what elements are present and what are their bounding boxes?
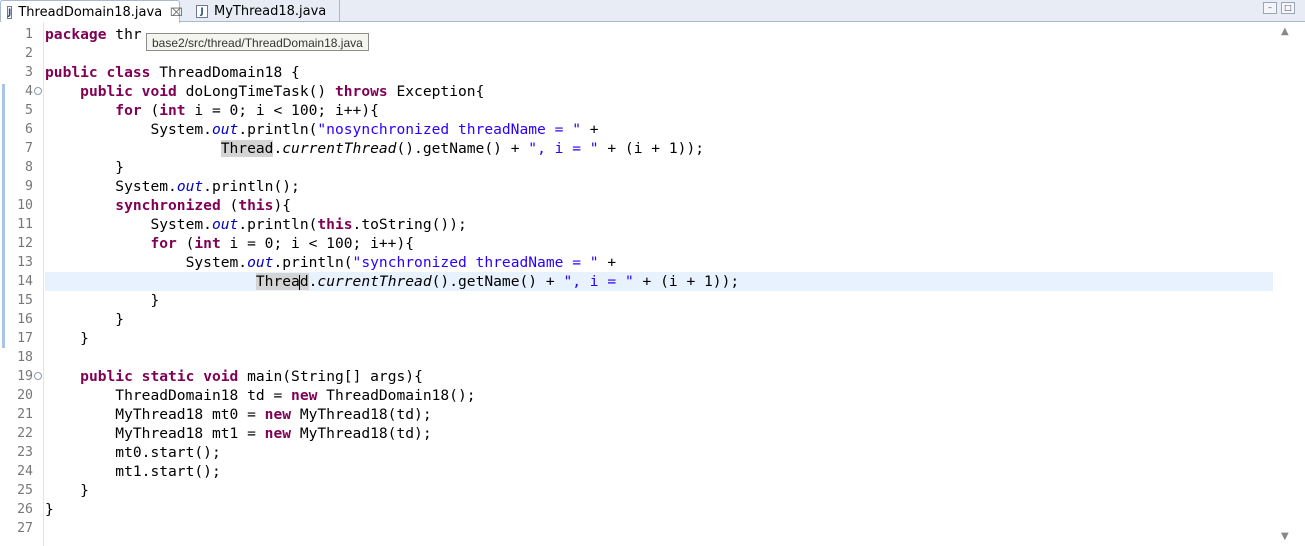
line-number: 22	[17, 426, 33, 441]
code-line-21: MyThread18 mt0 = new MyThread18(td);	[115, 406, 432, 423]
line-number: 6	[25, 122, 33, 137]
line-number: 5	[25, 103, 33, 118]
line-number: 23	[17, 445, 33, 460]
line-number: 14	[17, 274, 33, 289]
code-editor[interactable]: 1 2 3 4 5 6 7 8 9 10 11 12 13 14 15 16 1…	[0, 22, 1305, 546]
java-file-icon: J	[196, 4, 208, 18]
code-line-4: public void doLongTimeTask() throws Exce…	[80, 83, 485, 100]
line-number: 16	[17, 312, 33, 327]
code-line-26: }	[45, 501, 54, 518]
fold-toggle-icon[interactable]	[34, 87, 42, 95]
code-line-12: for (int i = 0; i < 100; i++){	[150, 235, 415, 252]
close-tab-icon[interactable]: ⌧	[170, 6, 183, 19]
code-line-7: Thread.currentThread().getName() + ", i …	[220, 140, 705, 157]
line-number: 2	[25, 46, 33, 61]
line-number: 3	[25, 65, 33, 80]
line-number: 27	[17, 521, 33, 536]
code-line-13: System.out.println("synchronized threadN…	[185, 254, 617, 271]
occurrence-highlight: Thread	[220, 140, 274, 157]
tab-mythread18-java[interactable]: J MyThread18.java	[190, 0, 340, 22]
line-number: 1	[25, 27, 33, 42]
maximize-button[interactable]: □	[1281, 2, 1295, 14]
line-number: 13	[17, 255, 33, 270]
code-line-22: MyThread18 mt1 = new MyThread18(td);	[115, 425, 432, 442]
java-file-icon: J	[7, 5, 13, 19]
tab-label: MyThread18.java	[214, 3, 327, 19]
code-line-9: System.out.println();	[115, 178, 300, 195]
code-line-5: for (int i = 0; i < 100; i++){	[115, 102, 379, 119]
code-line-8: }	[115, 159, 125, 176]
code-line-10: synchronized (this){	[115, 197, 292, 214]
scroll-up-icon[interactable]: ▲	[1281, 26, 1289, 37]
minimize-button[interactable]: –	[1263, 2, 1277, 14]
line-number: 24	[17, 464, 33, 479]
code-line-15: }	[150, 292, 160, 309]
code-line-3: public class ThreadDomain18 {	[45, 64, 300, 81]
code-line-16: }	[115, 311, 125, 328]
fold-toggle-icon[interactable]	[34, 372, 42, 380]
occurrence-highlight: Threa	[255, 273, 300, 290]
line-number: 11	[17, 217, 33, 232]
quick-diff-ruler	[0, 22, 13, 546]
code-line-25: }	[80, 482, 89, 499]
code-line-6: System.out.println("nosynchronized threa…	[150, 121, 599, 138]
window-controls: – □	[1263, 2, 1295, 14]
line-number: 8	[25, 160, 33, 175]
tab-threaddomain18-java[interactable]: J ThreadDomain18.java ⌧	[0, 0, 183, 23]
line-number: 25	[17, 483, 33, 498]
code-area[interactable]: package thr public class ThreadDomain18 …	[45, 22, 1273, 546]
code-line-20: ThreadDomain18 td = new ThreadDomain18()…	[115, 387, 476, 404]
line-number: 4	[25, 84, 33, 99]
line-number: 21	[17, 407, 33, 422]
code-line-17: }	[80, 330, 89, 347]
line-number-gutter: 1 2 3 4 5 6 7 8 9 10 11 12 13 14 15 16 1…	[13, 22, 44, 546]
code-line-14-current: Thread.currentThread().getName() + ", i …	[45, 272, 1273, 291]
tab-label: ThreadDomain18.java	[18, 4, 163, 20]
scroll-down-icon[interactable]: ▼	[1281, 531, 1289, 542]
line-number: 9	[25, 179, 33, 194]
change-marker	[2, 84, 5, 348]
code-line-11: System.out.println(this.toString());	[150, 216, 467, 233]
line-number: 20	[17, 388, 33, 403]
line-number: 26	[17, 502, 33, 517]
line-number: 10	[17, 198, 33, 213]
code-line-24: mt1.start();	[115, 463, 221, 480]
line-number: 18	[17, 350, 33, 365]
line-number: 7	[25, 141, 33, 156]
line-number: 19	[17, 369, 33, 384]
code-line-23: mt0.start();	[115, 444, 221, 461]
file-path-tooltip: base2/src/thread/ThreadDomain18.java	[146, 33, 369, 51]
line-number: 15	[17, 293, 33, 308]
code-line-19: public static void main(String[] args){	[80, 368, 423, 385]
line-number: 17	[17, 331, 33, 346]
vertical-scrollbar[interactable]: ▲ ▼	[1273, 22, 1305, 546]
editor-tab-bar: J ThreadDomain18.java ⌧ J MyThread18.jav…	[0, 0, 1305, 23]
line-number: 12	[17, 236, 33, 251]
